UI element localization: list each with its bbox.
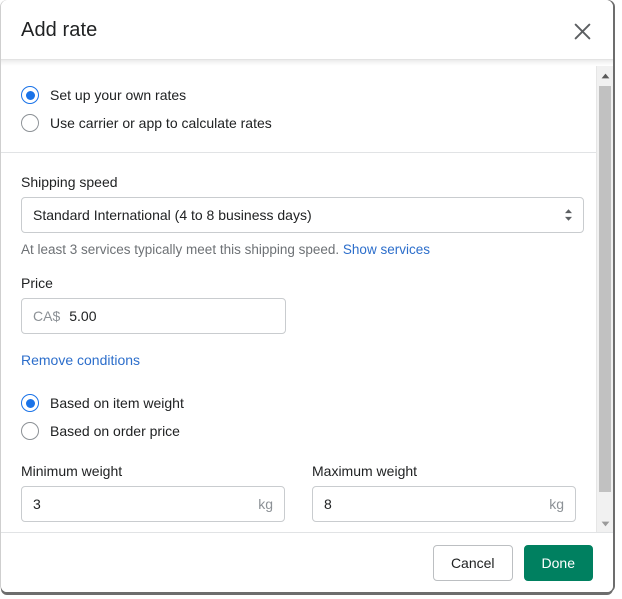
radio-label: Based on order price <box>50 423 180 439</box>
close-button[interactable] <box>565 14 599 48</box>
radio-indicator <box>21 394 39 412</box>
shipping-speed-label: Shipping speed <box>21 174 118 190</box>
add-rate-dialog: Add rate Set up your own rates Use carri… <box>1 0 613 592</box>
scroll-content: Set up your own rates Use carrier or app… <box>1 60 596 532</box>
remove-conditions-row: Remove conditions <box>1 334 596 370</box>
close-icon <box>573 22 592 41</box>
radio-set-up-own-rates[interactable]: Set up your own rates <box>21 81 576 109</box>
radio-indicator <box>21 114 39 132</box>
radio-label: Based on item weight <box>50 395 184 411</box>
condition-basis-group: Based on item weight Based on order pric… <box>1 370 596 445</box>
minimum-weight-field: Minimum weight 3 kg <box>21 461 285 522</box>
caret-up-icon <box>601 66 610 84</box>
scroll-down-button[interactable] <box>597 514 613 532</box>
minimum-weight-input[interactable]: 3 kg <box>21 486 285 522</box>
weight-range-group: Minimum weight 3 kg Maximum weight 8 kg <box>1 445 596 522</box>
minimum-weight-unit: kg <box>258 496 273 512</box>
radio-indicator <box>21 86 39 104</box>
dialog-footer: Cancel Done <box>1 532 613 592</box>
minimum-weight-label: Minimum weight <box>21 463 123 479</box>
shipping-speed-select[interactable]: Standard International (4 to 8 business … <box>21 197 584 233</box>
helper-text: At least 3 services typically meet this … <box>21 242 340 257</box>
maximum-weight-value: 8 <box>324 496 332 512</box>
scroll-up-button[interactable] <box>597 66 613 84</box>
maximum-weight-field: Maximum weight 8 kg <box>312 461 576 522</box>
shipping-speed-helper: At least 3 services typically meet this … <box>21 240 576 260</box>
price-currency-prefix: CA$ <box>33 308 61 324</box>
price-label: Price <box>21 275 53 291</box>
cancel-button[interactable]: Cancel <box>432 544 513 581</box>
done-button[interactable]: Done <box>523 544 593 581</box>
radio-use-carrier-or-app[interactable]: Use carrier or app to calculate rates <box>21 109 576 137</box>
radio-label: Set up your own rates <box>50 87 187 103</box>
radio-based-on-order-price[interactable]: Based on order price <box>21 417 576 445</box>
rate-type-group: Set up your own rates Use carrier or app… <box>1 60 596 152</box>
price-value: 5.00 <box>69 308 97 324</box>
show-services-link[interactable]: Show services <box>343 242 430 257</box>
dialog-header: Add rate <box>1 0 613 60</box>
dialog-body: Set up your own rates Use carrier or app… <box>1 60 613 532</box>
vertical-scrollbar[interactable] <box>596 66 613 532</box>
maximum-weight-unit: kg <box>549 496 564 512</box>
price-input[interactable]: CA$ 5.00 <box>21 298 286 334</box>
radio-based-on-item-weight[interactable]: Based on item weight <box>21 389 576 417</box>
maximum-weight-label: Maximum weight <box>312 463 418 479</box>
shipping-speed-value: Standard International (4 to 8 business … <box>33 207 312 223</box>
price-field: Price CA$ 5.00 <box>1 260 596 334</box>
page-title: Add rate <box>21 18 98 41</box>
chevron-updown-icon <box>564 209 573 222</box>
shipping-speed-field: Shipping speed Standard International (4… <box>1 153 596 260</box>
maximum-weight-input[interactable]: 8 kg <box>312 486 576 522</box>
radio-indicator <box>21 422 39 440</box>
caret-down-icon <box>601 514 610 532</box>
radio-label: Use carrier or app to calculate rates <box>50 115 272 131</box>
scrollbar-thumb[interactable] <box>599 86 611 492</box>
remove-conditions-link[interactable]: Remove conditions <box>21 352 140 368</box>
minimum-weight-value: 3 <box>33 496 41 512</box>
